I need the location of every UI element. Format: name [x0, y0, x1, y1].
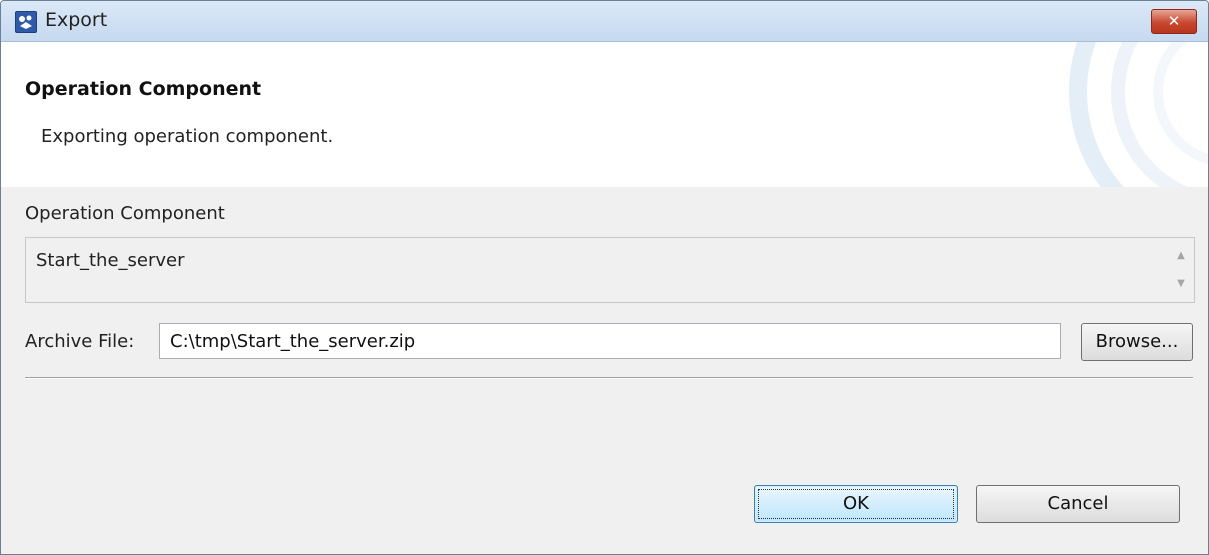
operation-component-list[interactable]: Start_the_server ▲ ▼: [25, 237, 1195, 303]
window-title: Export: [45, 9, 108, 31]
banner-decoration-graphic: [1069, 42, 1208, 187]
title-bar[interactable]: Export ✕: [1, 1, 1208, 42]
chevron-down-icon[interactable]: ▼: [1174, 278, 1188, 290]
wizard-banner: Operation Component Exporting operation …: [1, 42, 1208, 187]
separator: [25, 377, 1193, 379]
app-window-icon: [15, 11, 37, 33]
ok-button[interactable]: OK: [754, 485, 958, 523]
cancel-button-label: Cancel: [1047, 493, 1109, 514]
focus-ring: [758, 489, 954, 519]
banner-title: Operation Component: [25, 78, 262, 100]
list-item[interactable]: Start_the_server: [36, 250, 185, 271]
chevron-up-icon[interactable]: ▲: [1174, 250, 1188, 262]
close-button[interactable]: ✕: [1151, 9, 1197, 34]
cancel-button[interactable]: Cancel: [976, 485, 1180, 523]
operation-component-label: Operation Component: [25, 203, 225, 224]
browse-button[interactable]: Browse...: [1081, 323, 1193, 361]
banner-description: Exporting operation component.: [41, 126, 334, 147]
export-dialog: Export ✕ Operation Component Exporting o…: [0, 0, 1209, 555]
close-icon: ✕: [1167, 12, 1181, 30]
archive-file-input[interactable]: [159, 323, 1061, 359]
archive-file-label: Archive File:: [25, 331, 135, 352]
